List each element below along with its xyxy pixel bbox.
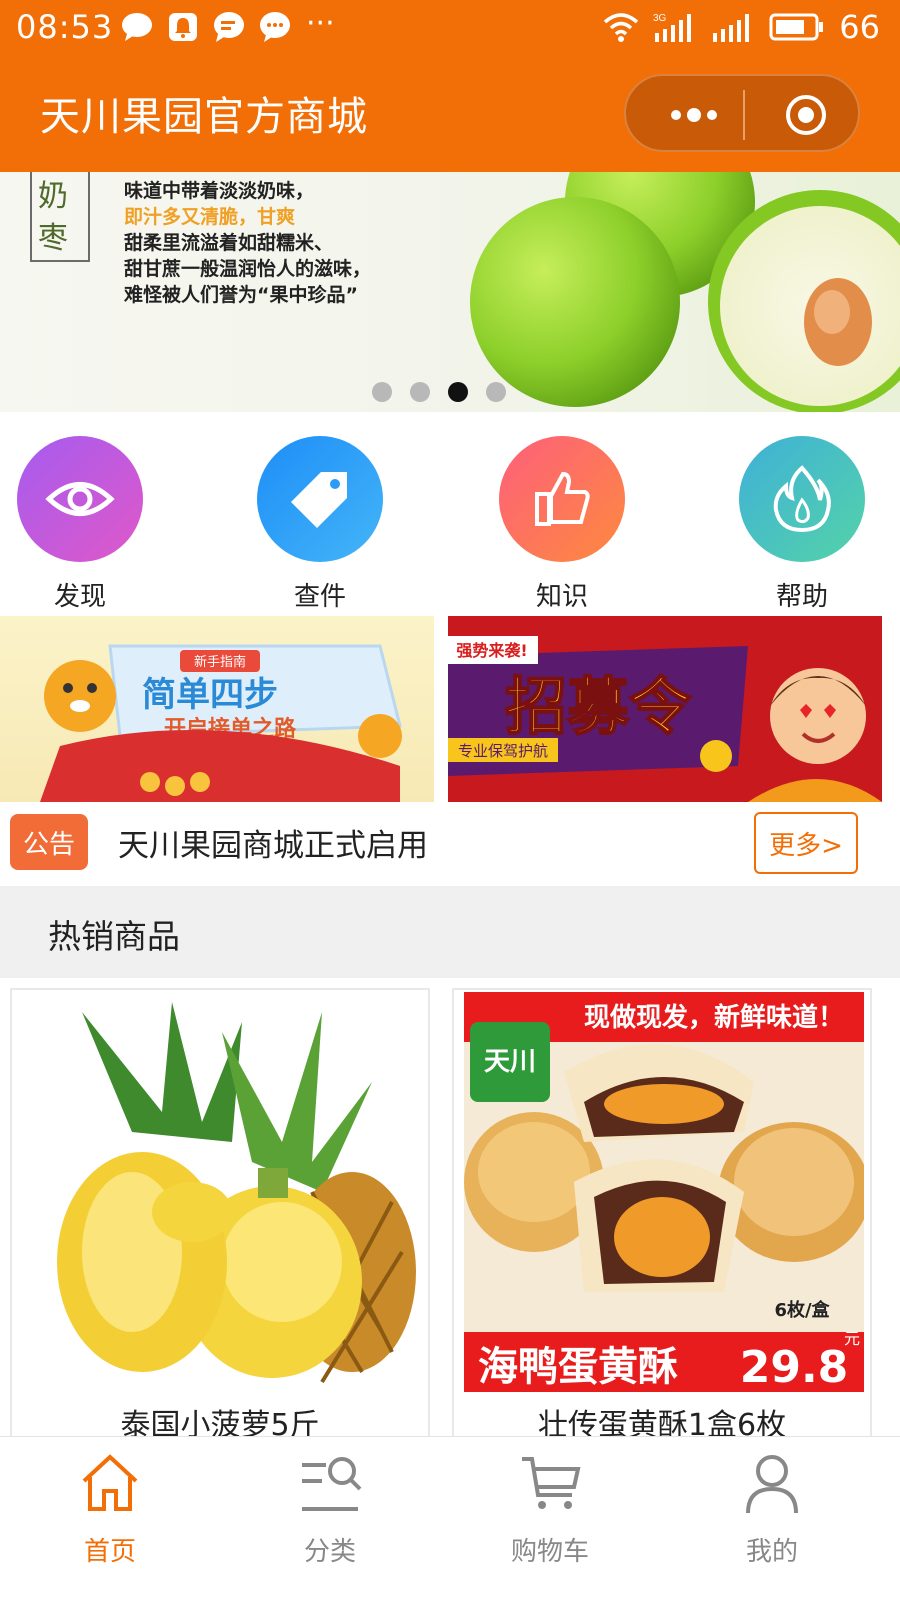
banner-pagination — [372, 382, 506, 402]
user-icon — [746, 1455, 798, 1514]
product-count: 6枚/盒 — [774, 1299, 830, 1321]
banner-calligraphy-logo: 奶 枣 — [38, 179, 68, 256]
wifi-icon — [604, 13, 639, 42]
svg-text:新手指南: 新手指南 — [194, 654, 246, 670]
pineapple-illustration — [22, 992, 422, 1392]
product-card[interactable]: 现做现发，新鲜味道！ 天川 海鸭蛋黄酥 6枚/盒 29.8 元 壮传蛋黄酥1盒6… — [452, 988, 872, 1448]
banner-dot[interactable] — [410, 382, 430, 402]
mini-program-home: 08:53 ··· 3G 66 天川果园官方商城 奶 枣 味道中带着淡淡奶味， … — [0, 0, 900, 1600]
product-price: 29.8 — [740, 1342, 849, 1392]
comment-icon — [258, 10, 292, 44]
quick-knowledge-label: 知识 — [535, 582, 588, 612]
announcement-text[interactable]: 天川果园商城正式启用 — [118, 820, 428, 865]
promo-recruit-artwork: 强势来袭! 招募令 专业保驾护航 — [448, 616, 882, 802]
page-title: 天川果园官方商城 — [40, 94, 368, 140]
tag-icon — [257, 436, 383, 562]
bottom-tab-bar: 首页 分类 购物车 我的 — [0, 1436, 900, 1600]
svg-text:奶: 奶 — [38, 179, 68, 214]
pastry-illustration: 现做现发，新鲜味道！ 天川 海鸭蛋黄酥 6枚/盒 29.8 元 — [464, 992, 864, 1392]
product-price-unit: 元 — [844, 1329, 860, 1348]
thumbs-up-icon — [499, 436, 625, 562]
banner-dot[interactable] — [486, 382, 506, 402]
announcement-tag: 公告 — [10, 814, 88, 870]
banner-dot[interactable] — [372, 382, 392, 402]
promo-guide-banner[interactable]: 新手指南 简单四步 开启接单之路 — [0, 616, 434, 802]
quick-help-label: 帮助 — [775, 582, 828, 612]
notification-icons: ··· — [120, 6, 340, 44]
quick-track-label: 查件 — [293, 582, 346, 612]
jujube-fruit-image — [470, 172, 900, 412]
quick-discover[interactable]: 发现 — [17, 436, 143, 613]
tab-profile-label: 我的 — [745, 1537, 798, 1567]
more-notifications-icon: ··· — [306, 6, 335, 41]
message-icon — [120, 10, 154, 44]
quick-discover-label: 发现 — [53, 582, 106, 612]
battery-icon — [769, 13, 824, 41]
announcement-bar: 公告 天川果园商城正式启用 更多> — [0, 802, 900, 886]
tab-profile[interactable]: 我的 — [712, 1451, 832, 1568]
capsule-divider — [743, 90, 745, 140]
mini-program-capsule — [624, 74, 860, 152]
svg-text:枣: 枣 — [38, 221, 68, 256]
quick-knowledge[interactable]: 知识 — [499, 436, 625, 613]
product-image-egg-yolk-pastry[interactable]: 现做现发，新鲜味道！ 天川 海鸭蛋黄酥 6枚/盒 29.8 元 — [464, 992, 864, 1392]
promo-recruit-banner[interactable]: 强势来袭! 招募令 专业保驾护航 — [448, 616, 882, 802]
tab-category[interactable]: 分类 — [270, 1451, 390, 1568]
svg-text:简单四步: 简单四步 — [142, 675, 278, 715]
chat-bubble-icon — [212, 10, 246, 44]
banner-line-5: 难怪被人们誉为“果中珍品” — [124, 284, 358, 306]
svg-text:强势来袭!: 强势来袭! — [456, 641, 527, 660]
product-image-pineapple[interactable] — [22, 992, 422, 1392]
status-time: 08:53 — [16, 8, 114, 46]
banner-dot-active[interactable] — [448, 382, 468, 402]
signal-3g-icon: 3G — [653, 13, 692, 42]
close-program-icon[interactable] — [784, 93, 828, 137]
network-type: 3G — [653, 13, 667, 24]
quick-track-package[interactable]: 查件 — [257, 436, 383, 613]
product-card[interactable]: 泰国小菠萝5斤 — [10, 988, 430, 1448]
status-bar: 08:53 ··· 3G 66 — [0, 0, 900, 56]
battery-level: 66 — [839, 8, 880, 46]
section-title: 热销商品 — [48, 917, 180, 956]
product-headline: 现做现发，新鲜味道！ — [584, 1002, 844, 1033]
quick-help[interactable]: 帮助 — [739, 436, 865, 613]
product-brand: 天川 — [484, 1047, 536, 1077]
tab-cart-label: 购物车 — [510, 1537, 589, 1567]
hot-products-header: 热销商品 — [0, 886, 900, 978]
eye-icon — [17, 436, 143, 562]
tab-home-label: 首页 — [83, 1537, 136, 1567]
banner-stamp: 奶 枣 — [30, 172, 90, 262]
home-icon — [82, 1454, 138, 1511]
category-search-icon — [302, 1457, 362, 1511]
announcement-more-button[interactable]: 更多> — [754, 812, 858, 874]
cart-icon — [522, 1457, 581, 1509]
tab-category-label: 分类 — [303, 1537, 356, 1567]
banner-line-2: 即汁多又清脆，甘爽 — [124, 206, 296, 228]
banner-line-3: 甜柔里流溢着如甜糯米、 — [124, 232, 334, 254]
app-header: 08:53 ··· 3G 66 天川果园官方商城 — [0, 0, 900, 172]
svg-text:招募令: 招募令 — [505, 670, 692, 743]
flame-icon — [739, 436, 865, 562]
product-label: 海鸭蛋黄酥 — [478, 1344, 678, 1390]
signal-icon — [713, 14, 750, 42]
promo-guide-artwork: 新手指南 简单四步 开启接单之路 — [40, 644, 402, 802]
tab-cart[interactable]: 购物车 — [490, 1451, 610, 1568]
bell-notification-icon — [166, 10, 200, 44]
tab-home[interactable]: 首页 — [50, 1451, 170, 1568]
hero-banner[interactable]: 奶 枣 味道中带着淡淡奶味， 即汁多又清脆，甘爽 甜柔里流溢着如甜糯米、 甜甘蔗… — [0, 172, 900, 412]
more-options-icon[interactable] — [664, 98, 724, 132]
status-right: 3G 66 — [603, 8, 880, 46]
banner-line-4: 甜甘蔗一般温润怡人的滋味， — [124, 258, 372, 280]
svg-text:专业保驾护航: 专业保驾护航 — [458, 742, 548, 760]
banner-line-1: 味道中带着淡淡奶味， — [124, 180, 315, 202]
